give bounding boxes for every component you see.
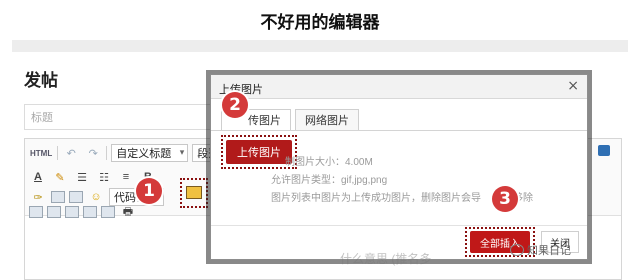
info-list-note: 图片列表中图片为上传成功图片，删除图片会导 <box>271 193 481 204</box>
font-color-icon[interactable]: A <box>29 168 47 186</box>
toolbar-icon[interactable] <box>83 206 97 218</box>
watermark: 知果日记 <box>510 242 571 258</box>
html-source-button[interactable]: HTML <box>29 144 53 162</box>
toolbar-icon[interactable] <box>29 206 43 218</box>
step-marker-1: 1 <box>136 178 162 204</box>
upload-image-button[interactable]: 上传图片 <box>226 140 292 164</box>
top-bar <box>12 40 628 52</box>
step-marker-2: 2 <box>222 92 248 118</box>
highlight-icon[interactable]: ✎ <box>51 168 69 186</box>
title-input[interactable]: 标题 <box>24 104 224 130</box>
page-heading: 发帖 <box>24 71 58 91</box>
close-icon[interactable]: × <box>567 78 579 94</box>
numbered-list-icon[interactable]: ☷ <box>95 168 113 186</box>
align-icon[interactable]: ≡ <box>117 168 135 186</box>
fullscreen-icon[interactable] <box>598 145 610 156</box>
toolbar-icon[interactable] <box>101 206 115 218</box>
heading-select[interactable]: 自定义标题 <box>111 144 189 162</box>
watermark-overlay-text: 什么意思 (推名多 <box>340 252 432 266</box>
step-marker-3: 3 <box>492 186 518 212</box>
upload-image-dialog: 上传图片 × 传图片 网络图片 上传图片 制图片大小：4.00M 允许图片类型：… <box>210 74 588 260</box>
tab-divider <box>211 130 587 131</box>
toolbar-row-4: 🖶 <box>29 202 137 222</box>
image-icon[interactable] <box>186 186 202 199</box>
toolbar-icon[interactable] <box>65 206 79 218</box>
undo-icon[interactable]: ↶ <box>62 144 80 162</box>
watermark-text: 知果日记 <box>527 245 571 257</box>
dialog-header: 上传图片 × <box>211 75 587 99</box>
toolbar-separator <box>106 146 108 160</box>
info-allowed-types: 允许图片类型：gif,jpg,png <box>271 175 388 186</box>
toolbar-icon[interactable] <box>47 206 61 218</box>
toolbar-separator <box>57 146 59 160</box>
watermark-logo-icon <box>510 244 524 256</box>
dialog-footer-divider <box>211 225 587 226</box>
print-icon[interactable]: 🖶 <box>119 203 137 221</box>
tab-network-image[interactable]: 网络图片 <box>295 109 359 131</box>
bullet-list-icon[interactable]: ☰ <box>73 168 91 186</box>
toolbar-row-1: HTML ↶ ↷ 自定义标题 段落 <box>29 143 237 163</box>
caption-title: 不好用的编辑器 <box>260 13 380 33</box>
redo-icon[interactable]: ↷ <box>84 144 102 162</box>
info-size-limit: 制图片大小：4.00M <box>285 157 373 168</box>
